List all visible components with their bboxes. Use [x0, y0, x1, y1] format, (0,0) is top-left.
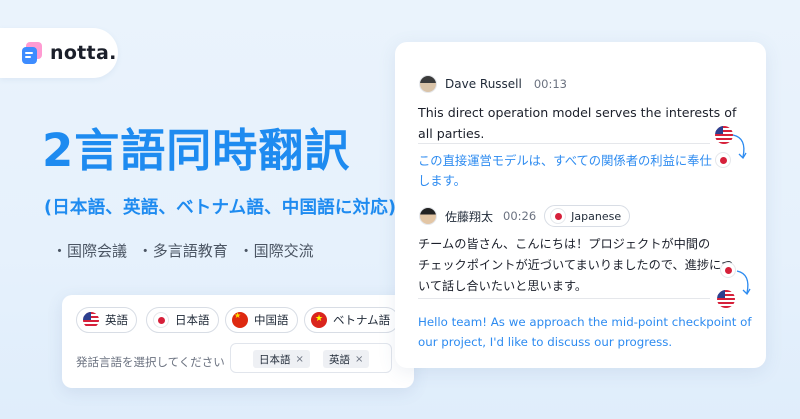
- speaker-header: Dave Russell 00:13: [419, 75, 567, 93]
- language-option-japanese[interactable]: 日本語: [146, 307, 219, 333]
- selected-language-chip: 日本語 ×: [253, 350, 310, 368]
- jp-flag-icon: [720, 262, 736, 278]
- language-option-label: 中国語: [254, 313, 289, 327]
- language-selector-card: 英語 日本語 中国語 ベトナム語 発話言語を選択してください 日本語 × 英語 …: [62, 295, 414, 388]
- speech-language-label: 発話言語を選択してください: [76, 355, 225, 369]
- divider: [418, 143, 710, 144]
- supported-languages-subtitle: (日本語、英語、ベトナム語、中国語に対応): [44, 198, 397, 218]
- vn-flag-icon: [311, 312, 327, 328]
- use-case-item: ・国際交流: [238, 242, 314, 260]
- language-option-chinese[interactable]: 中国語: [225, 307, 298, 333]
- translated-text: この直接運営モデルは、すべての関係者の利益に奉仕 します。: [418, 151, 712, 191]
- avatar: [419, 75, 437, 93]
- jp-flag-icon: [153, 312, 169, 328]
- translate-arrow-icon: [736, 270, 751, 296]
- speaker-name: Dave Russell: [445, 77, 522, 91]
- translated-text: Hello team! As we approach the mid-point…: [418, 312, 752, 352]
- jp-flag-icon: [715, 152, 731, 168]
- language-option-vietnamese[interactable]: ベトナム語: [304, 307, 400, 333]
- remove-chip-icon[interactable]: ×: [296, 354, 304, 365]
- notta-logo-icon: [22, 42, 42, 64]
- text-line: します。: [418, 174, 466, 188]
- text-line: Hello team! As we approach the mid-point…: [418, 315, 752, 329]
- timestamp: 00:13: [533, 77, 568, 91]
- brand-name: notta.: [50, 42, 117, 64]
- original-text: This direct operation model serves the i…: [418, 102, 736, 144]
- language-tag-label: Japanese: [571, 209, 622, 223]
- transcript-card: Dave Russell 00:13 This direct operation…: [395, 42, 766, 368]
- language-option-label: 英語: [105, 313, 128, 327]
- speech-language-select[interactable]: 日本語 × 英語 ×: [230, 343, 392, 373]
- language-option-english[interactable]: 英語: [76, 307, 137, 333]
- text-line: This direct operation model serves the i…: [418, 105, 737, 120]
- use-case-list: ・国際会議 ・多言語教育 ・国際交流: [52, 240, 320, 261]
- use-case-item: ・多言語教育: [137, 242, 228, 260]
- language-option-label: 日本語: [175, 313, 210, 327]
- avatar: [419, 207, 437, 225]
- text-line: our project, I'd like to discuss our pro…: [418, 335, 673, 349]
- page-title: 2言語同時翻訳: [42, 124, 351, 177]
- original-text: チームの皆さん、こんにちは！プロジェクトが中間の チェックポイントが近づいてまい…: [418, 234, 733, 297]
- notta-logo[interactable]: notta.: [0, 28, 118, 78]
- timestamp: 00:26: [503, 209, 537, 223]
- remove-chip-icon[interactable]: ×: [355, 354, 363, 365]
- chip-label: 英語: [329, 353, 350, 366]
- text-line: チェックポイントが近づいてまいりましたので、進捗につ: [418, 258, 734, 272]
- text-line: この直接運営モデルは、すべての関係者の利益に奉仕: [418, 154, 712, 168]
- text-line: いて話し合いたいと思います。: [418, 279, 588, 293]
- chip-label: 日本語: [259, 353, 291, 366]
- us-flag-icon: [717, 290, 735, 308]
- divider: [418, 298, 710, 299]
- cn-flag-icon: [232, 312, 248, 328]
- text-line: all parties.: [418, 126, 485, 141]
- detected-language-tag: Japanese: [544, 205, 631, 227]
- text-line: チームの皆さん、こんにちは！プロジェクトが中間の: [418, 237, 711, 251]
- translate-arrow-icon: [732, 134, 747, 160]
- us-flag-icon: [83, 312, 99, 328]
- jp-flag-icon: [550, 208, 567, 224]
- use-case-item: ・国際会議: [52, 242, 128, 260]
- language-option-label: ベトナム語: [333, 313, 391, 327]
- speaker-header: 佐藤翔太 00:26 Japanese: [419, 205, 631, 227]
- selected-language-chip: 英語 ×: [323, 350, 370, 368]
- speaker-name: 佐藤翔太: [445, 209, 494, 224]
